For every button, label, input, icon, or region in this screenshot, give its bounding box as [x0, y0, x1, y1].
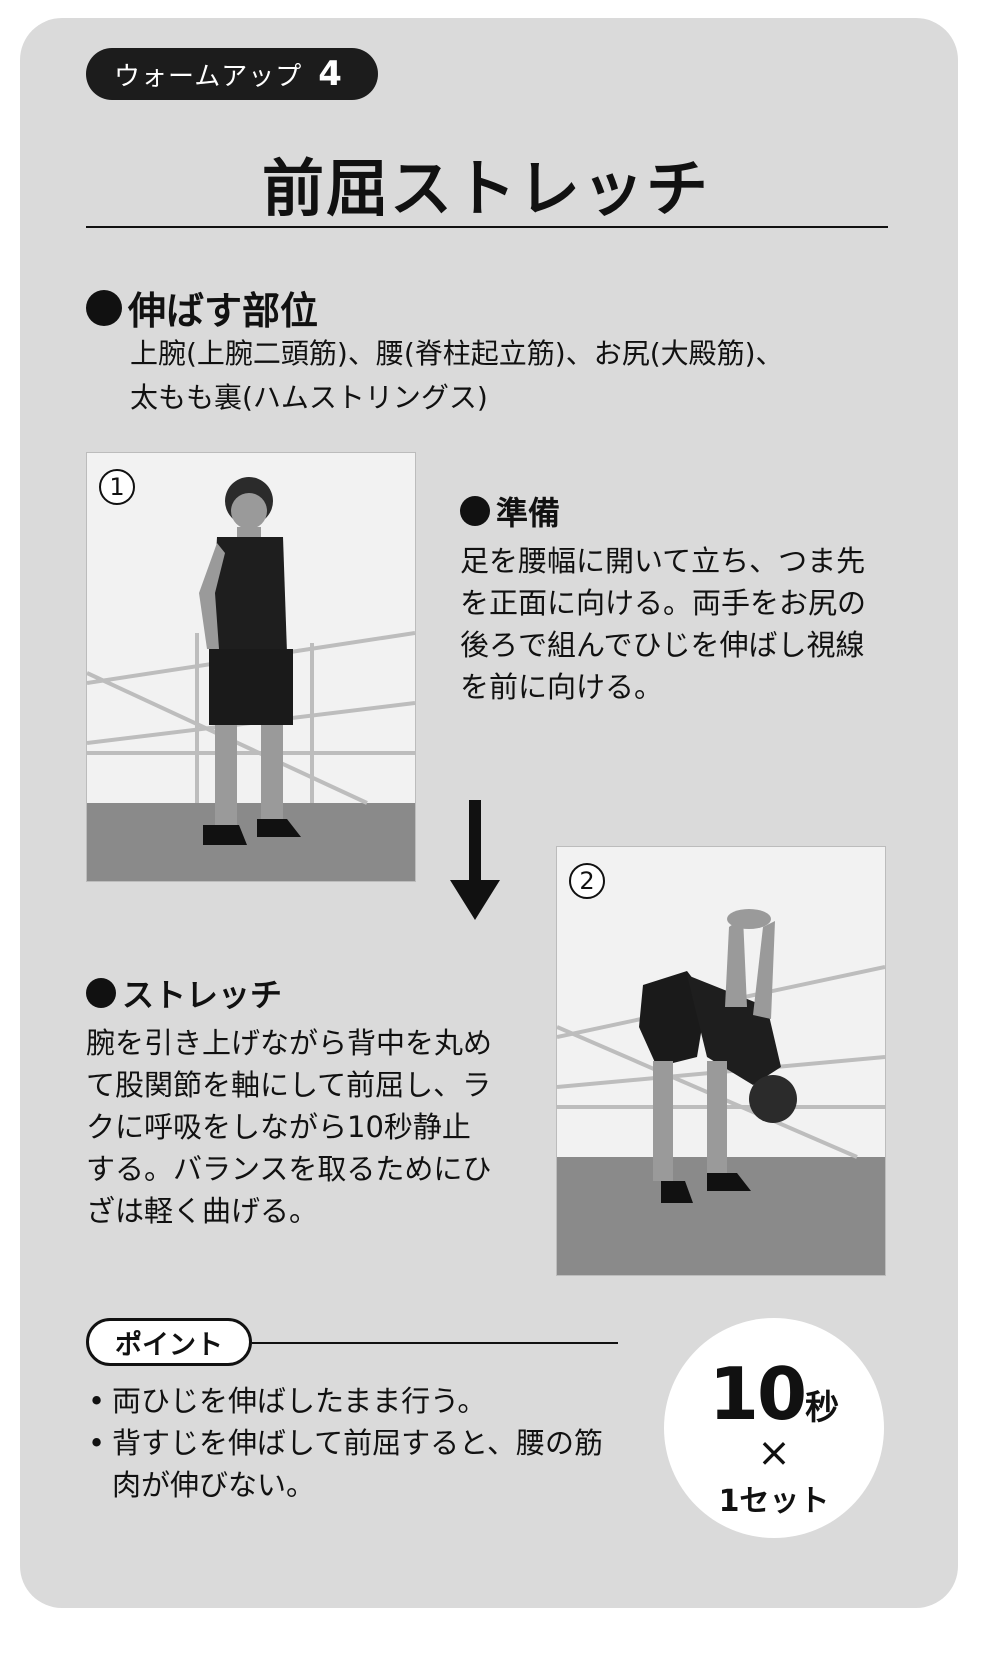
bullet-dot-icon [460, 496, 490, 526]
page-title: 前屈ストレッチ [261, 152, 710, 225]
stretch-heading-label: ストレッチ [122, 976, 283, 1014]
reps-unit: 秒 [805, 1388, 840, 1428]
reps-seconds: 10 [708, 1352, 807, 1436]
badge-label: ウォームアップ [114, 61, 303, 92]
reps-circle: 10秒 × 1セット [664, 1318, 884, 1538]
targets-text: 上腕(上腕二頭筋)、腰(脊柱起立筋)、お尻(大殿筋)、 太もも裏(ハムストリング… [130, 337, 784, 414]
forward-bend-figure-illustration [557, 847, 885, 1275]
prep-heading: 準備 [460, 488, 560, 534]
bullet-dot-icon [86, 978, 116, 1008]
reps-sets: 1セット [718, 1484, 830, 1519]
reps-duration: 10秒 [664, 1352, 884, 1436]
point-item-2: 背すじを伸ばして前屈すると、腰の筋肉が伸びない。 [86, 1422, 626, 1506]
badge-number: 4 [318, 54, 343, 94]
point-list: 両ひじを伸ばしたまま行う。 背すじを伸ばして前屈すると、腰の筋肉が伸びない。 [86, 1380, 626, 1506]
reps-times-sign: × [757, 1430, 791, 1476]
stretch-text: 腕を引き上げながら背中を丸め て股関節を軸にして前屈し、ラ クに呼吸をしながら1… [86, 1026, 493, 1228]
point-divider [252, 1342, 618, 1344]
step-number-1: 1 [99, 469, 135, 505]
standing-figure-illustration [87, 453, 415, 881]
photo-forward-bend: 2 [556, 846, 886, 1276]
prep-heading-label: 準備 [496, 494, 561, 532]
step-number-2: 2 [569, 863, 605, 899]
title-divider [86, 226, 888, 228]
stretch-heading: ストレッチ [86, 970, 282, 1016]
targets-heading-label: 伸ばす部位 [128, 289, 319, 333]
targets-heading: 伸ばす部位 [86, 280, 318, 335]
arrow-down-icon [450, 800, 500, 920]
point-label: ポイント [86, 1318, 252, 1366]
photo-standing: 1 [86, 452, 416, 882]
bullet-dot-icon [86, 289, 122, 326]
point-item-1: 両ひじを伸ばしたまま行う。 [86, 1380, 626, 1422]
warmup-badge: ウォームアップ 4 [86, 48, 378, 100]
prep-text: 足を腰幅に開いて立ち、つま先 を正面に向ける。両手をお尻の 後ろで組んでひじを伸… [460, 544, 867, 704]
